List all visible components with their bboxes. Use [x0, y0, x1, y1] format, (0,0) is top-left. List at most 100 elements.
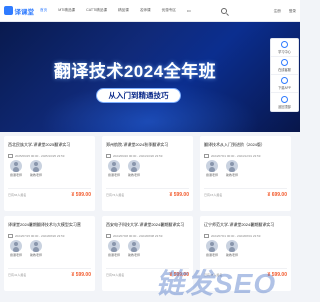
teacher-name: 授课老师: [205, 253, 218, 257]
card-footer: 已有15人报名 ¥ 699.00: [204, 188, 287, 200]
nav-mti[interactable]: MTI精品课: [58, 8, 75, 13]
rail-label: 返回顶部: [278, 104, 291, 109]
teacher-name: 授课老师: [205, 173, 218, 177]
course-card[interactable]: 西北民族大学-译课堂2025翻译实习 2025/09/25 00:00 - 20…: [4, 136, 95, 211]
course-price: ¥ 599.00: [71, 191, 91, 198]
rail-download-app[interactable]: 下载APP: [271, 75, 298, 93]
card-footer: 已有74人报名 ¥ 599.00: [106, 188, 189, 200]
card-footer: 已有41人报名 ¥ 599.00: [8, 268, 91, 280]
banner-subtitle-pill: 从入门到精通技巧: [96, 88, 181, 103]
avatar: [108, 160, 120, 172]
banner-title: 翻译技术2024全年班: [53, 62, 217, 81]
course-date: 2024/07/08 00:00 - 2024/08/08 23:59: [106, 234, 162, 238]
rail-back-to-top[interactable]: 返回顶部: [271, 93, 298, 111]
course-card[interactable]: 翻译技术从入门到进阶（2024版） 2024/07/01 00:00 - 202…: [200, 136, 291, 211]
teacher-name: 助教老师: [127, 173, 140, 177]
course-date: 2024/07/01 00:00 - 2024/08/01 23:59: [204, 234, 260, 238]
course-title[interactable]: 郑州航院-译课堂2024秋季翻译实习: [106, 142, 190, 147]
avatar: [10, 240, 22, 252]
logo-icon: [4, 6, 13, 15]
teacher: 授课老师: [204, 160, 220, 177]
course-price: ¥ 699.00: [267, 191, 287, 198]
rail-customer-service[interactable]: 在线客服: [271, 57, 298, 75]
rail-learning-center[interactable]: 学习中心: [271, 39, 298, 57]
teacher: 助教老师: [224, 240, 240, 257]
search-icon[interactable]: [221, 8, 227, 14]
teacher-name: 授课老师: [9, 173, 22, 177]
banner-subtitle: 从入门到精通技巧: [108, 91, 169, 100]
course-title[interactable]: 翻译技术从入门到进阶（2024版）: [204, 142, 288, 147]
course-date: 2024/07/01 00:00 - 2024/12/31 23:59: [204, 154, 260, 158]
avatar: [226, 160, 238, 172]
floating-side-rail: 学习中心 在线客服 下载APP 返回顶部: [270, 38, 299, 112]
teacher-name: 助教老师: [29, 253, 42, 257]
enroll-count: 已有53人报名: [106, 272, 125, 277]
avatar: [128, 160, 140, 172]
calendar-icon: [106, 234, 111, 238]
nav-more[interactable]: •••: [187, 9, 191, 13]
card-footer: 已有66人报名 ¥ 599.00: [8, 188, 91, 200]
watermark-text: 链发SEO: [156, 268, 277, 299]
teacher-name: 助教老师: [127, 253, 140, 257]
avatar: [128, 240, 140, 252]
calendar-icon: [8, 154, 13, 158]
course-title[interactable]: 西北民族大学-译课堂2025翻译实习: [8, 142, 92, 147]
teacher: 助教老师: [126, 160, 142, 177]
logo-text: 译课堂: [14, 8, 35, 16]
teacher: 助教老师: [28, 240, 44, 257]
nav-premium[interactable]: 精品课: [118, 8, 129, 13]
avatar: [30, 160, 42, 172]
teacher: 授课老师: [8, 240, 24, 257]
enroll-count: 已有74人报名: [106, 192, 125, 197]
teacher-name: 助教老师: [225, 253, 238, 257]
teacher-list: 授课老师 助教老师: [106, 240, 146, 257]
teacher-name: 授课老师: [9, 253, 22, 257]
teacher-list: 授课老师 助教老师: [8, 160, 48, 177]
nav-home[interactable]: 首页: [40, 8, 47, 13]
course-title[interactable]: 译课堂2024暑期翻译技术与大模型实习营: [8, 222, 92, 227]
phone-icon: [281, 77, 288, 84]
course-title[interactable]: 辽宁师范大学-译课堂2024暑期翻译实习: [204, 222, 288, 227]
course-price: ¥ 599.00: [71, 271, 91, 278]
course-date: 2024/09/20 00:00 - 2024/10/20 23:59: [106, 154, 162, 158]
teacher-name: 授课老师: [107, 173, 120, 177]
site-logo[interactable]: 译课堂: [4, 6, 34, 16]
nav-discounts[interactable]: 优惠专区: [162, 8, 176, 13]
headset-icon: [281, 59, 288, 66]
enroll-count: 已有41人报名: [8, 272, 27, 277]
register-link[interactable]: 注册: [274, 9, 281, 14]
teacher-name: 助教老师: [29, 173, 42, 177]
course-card[interactable]: 译课堂2024暑期翻译技术与大模型实习营 2024/07/15 00:00 - …: [4, 216, 95, 291]
teacher: 授课老师: [204, 240, 220, 257]
nav-teachers[interactable]: 名师课: [140, 8, 151, 13]
teacher-name: 授课老师: [107, 253, 120, 257]
teacher: 授课老师: [8, 160, 24, 177]
course-date-text: 2024/09/20 00:00 - 2024/10/20 23:59: [113, 154, 163, 158]
teacher: 助教老师: [224, 160, 240, 177]
course-date-text: 2024/07/08 00:00 - 2024/08/08 23:59: [113, 234, 163, 238]
top-nav-bar: 译课堂 首页 MTI精品课 CATTI精品课 精品课 名师课 优惠专区 ••• …: [0, 0, 300, 22]
course-card[interactable]: 郑州航院-译课堂2024秋季翻译实习 2024/09/20 00:00 - 20…: [102, 136, 193, 211]
hero-banner[interactable]: 翻译技术2024全年班 从入门到精通技巧: [0, 22, 300, 132]
enroll-count: 已有15人报名: [204, 192, 223, 197]
course-date: 2025/09/25 00:00 - 2025/10/25 23:59: [8, 154, 64, 158]
rail-label: 学习中心: [278, 50, 291, 54]
teacher-list: 授课老师 助教老师: [106, 160, 146, 177]
course-date-text: 2024/07/01 00:00 - 2024/12/31 23:59: [211, 154, 261, 158]
login-link[interactable]: 登录: [289, 9, 296, 14]
course-title[interactable]: 西安电子科技大学-译课堂2024暑期翻译实习: [106, 222, 190, 227]
nav-catti[interactable]: CATTI精品课: [86, 8, 107, 13]
avatar: [206, 240, 218, 252]
calendar-icon: [8, 234, 13, 238]
teacher: 助教老师: [126, 240, 142, 257]
calendar-icon: [106, 154, 111, 158]
teacher-list: 授课老师 助教老师: [8, 240, 48, 257]
avatar: [10, 160, 22, 172]
course-price: ¥ 599.00: [169, 191, 189, 198]
calendar-icon: [204, 154, 209, 158]
book-icon: [281, 41, 288, 48]
calendar-icon: [204, 234, 209, 238]
teacher-list: 授课老师 助教老师: [204, 240, 244, 257]
teacher-list: 授课老师 助教老师: [204, 160, 244, 177]
auth-links: 注册 登录: [266, 9, 296, 14]
